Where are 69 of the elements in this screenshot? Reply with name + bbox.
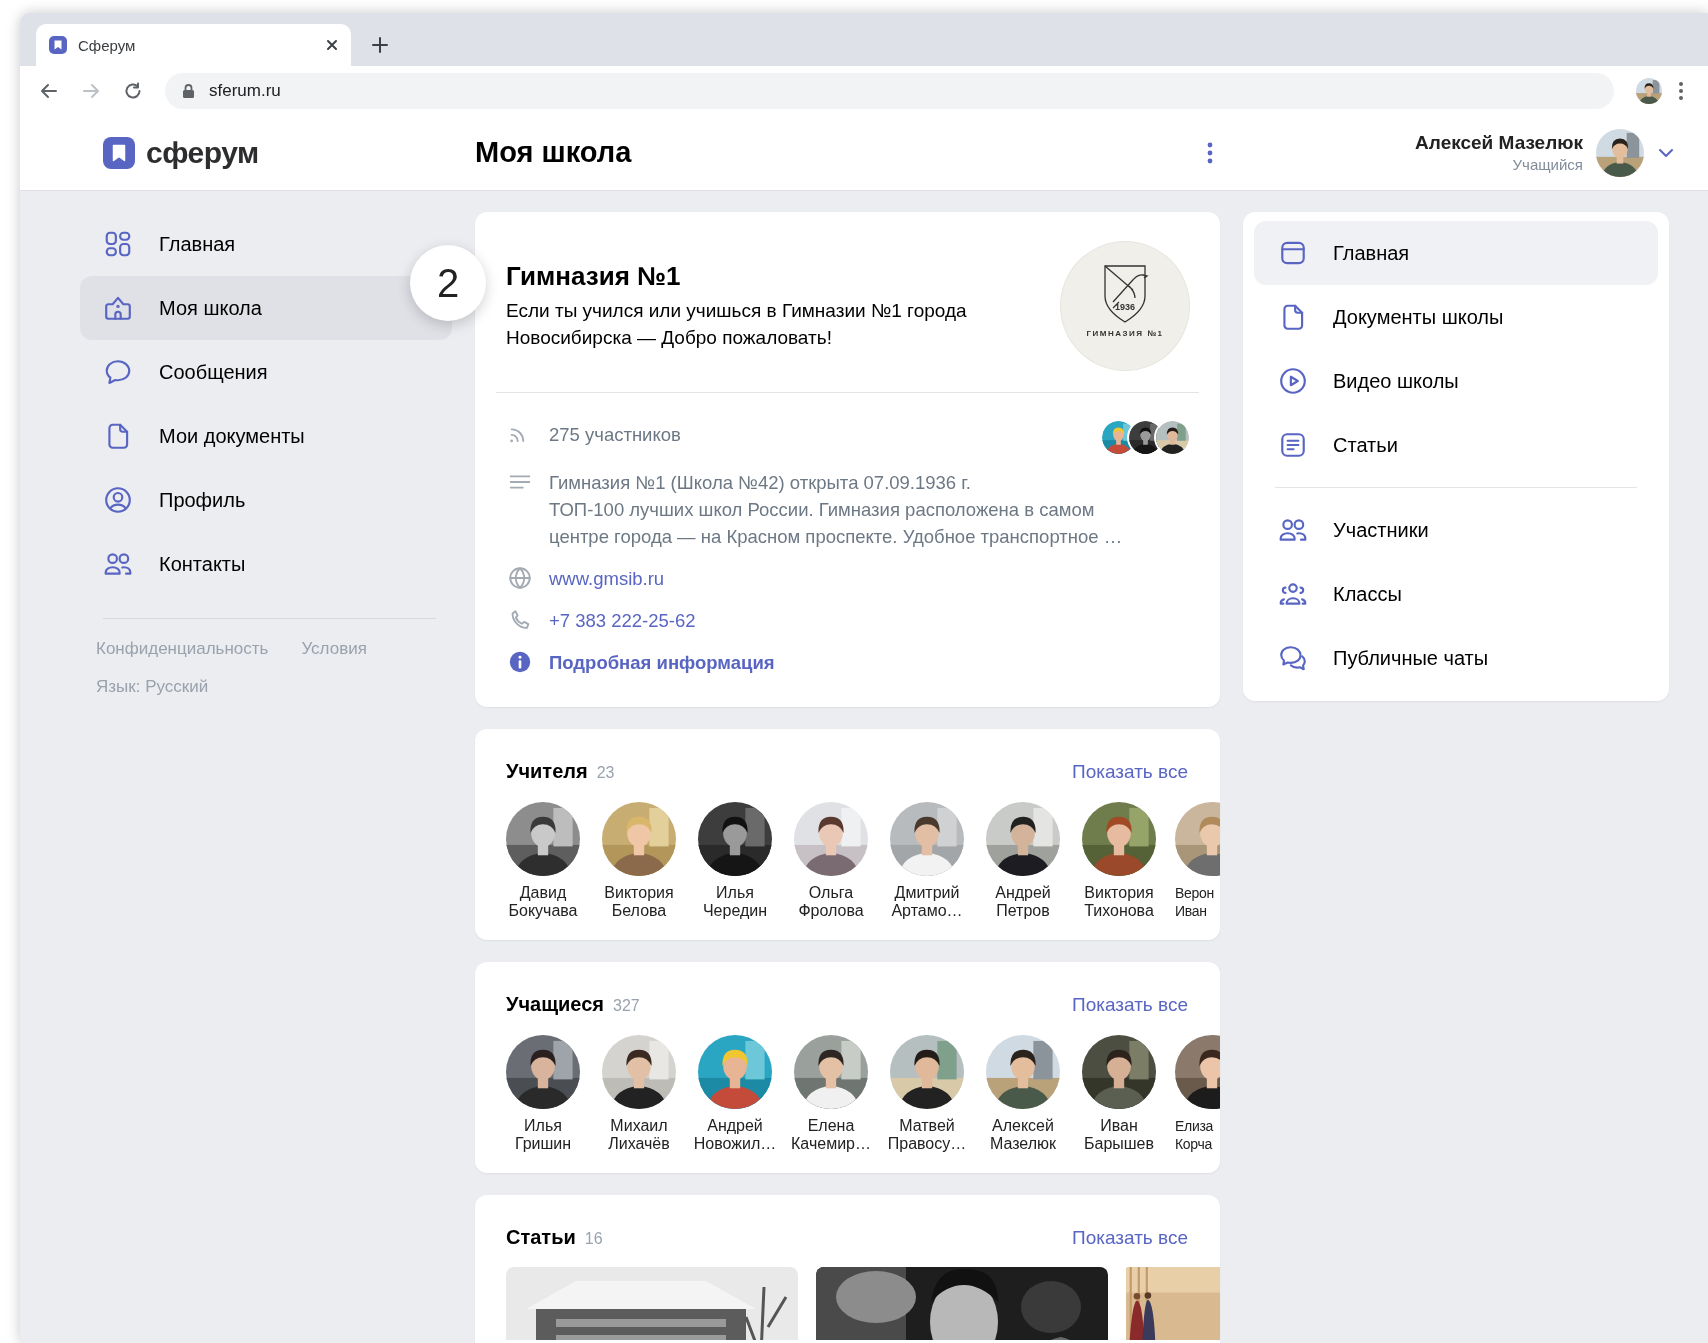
- school-menu-item[interactable]: Главная: [1254, 221, 1658, 285]
- logo-caption: ГИМНАЗИЯ №1: [1085, 329, 1165, 338]
- phone-link[interactable]: +7 383 222-25-62: [549, 607, 696, 634]
- section-title: Статьи: [506, 1226, 576, 1249]
- reload-icon[interactable]: [123, 80, 143, 101]
- sidebar-item[interactable]: Профиль: [80, 468, 262, 532]
- plus-icon[interactable]: [371, 36, 389, 54]
- person-name[interactable]: Виктория Тихонова: [1084, 884, 1154, 920]
- school-menu-item[interactable]: Статьи: [1254, 413, 1658, 477]
- show-all-link[interactable]: Показать все: [1072, 994, 1188, 1016]
- school-menu-item[interactable]: Участники: [1254, 498, 1658, 562]
- chevron-down-icon[interactable]: [1658, 147, 1674, 158]
- person-name[interactable]: Ольга Фролова: [798, 884, 864, 920]
- logo-text: сферум: [146, 135, 259, 170]
- school-name: Гимназия №1: [506, 261, 682, 291]
- menu-icon[interactable]: [1678, 80, 1684, 101]
- school-menu-item[interactable]: Публичные чаты: [1254, 626, 1658, 690]
- chats-icon: [1278, 643, 1308, 673]
- person-name[interactable]: Виктория Белова: [604, 884, 674, 920]
- app-logo-icon: [48, 35, 68, 55]
- person-name[interactable]: Верон Иван: [1175, 884, 1214, 920]
- person-name[interactable]: Елена Качемир…: [791, 1117, 871, 1153]
- person-name[interactable]: Матвей Правосу…: [887, 1117, 967, 1153]
- sidebar-item[interactable]: Сообщения: [80, 340, 284, 404]
- info-icon: [507, 649, 533, 675]
- profile-icon: [103, 485, 133, 515]
- lock-icon: [182, 82, 195, 99]
- browser-tab[interactable]: Сферум: [36, 24, 351, 66]
- logo-icon[interactable]: [103, 136, 135, 169]
- user-name: Алексей Мазелюк: [1415, 132, 1583, 154]
- chat-icon: [103, 357, 133, 387]
- school-menu-item[interactable]: Видео школы: [1254, 349, 1658, 413]
- person-name[interactable]: Михаил Лихачёв: [608, 1117, 670, 1153]
- person-name[interactable]: Елиза Корча: [1175, 1117, 1214, 1153]
- sidebar-item[interactable]: Контакты: [80, 532, 262, 596]
- show-all-link[interactable]: Показать все: [1072, 761, 1188, 783]
- section-count: 23: [596, 764, 615, 782]
- user-role: Учащийся: [1512, 156, 1583, 173]
- person-name[interactable]: Иван Барышев: [1084, 1117, 1154, 1153]
- grid-icon: [103, 229, 133, 259]
- address-text: sferum.ru: [209, 80, 281, 101]
- sidebar-item[interactable]: Главная: [80, 212, 252, 276]
- globe-icon: [507, 565, 533, 591]
- person-name[interactable]: Андрей Петров: [995, 884, 1051, 920]
- show-all-link[interactable]: Показать все: [1072, 1227, 1188, 1249]
- article-icon: [1278, 430, 1308, 460]
- school-description: Гимназия №1 (Школа №42) открыта 07.09.1936 г. ТОП-100 лучших школ России. Гимназия расположена в самом центре города — на Красном проспекте. Удобное транспортное …: [549, 471, 1123, 549]
- person-name[interactable]: Илья Чередин: [702, 884, 768, 920]
- section-count: 327: [613, 997, 640, 1015]
- section-count: 16: [584, 1230, 603, 1248]
- play-icon: [1278, 366, 1308, 396]
- page-title: Моя школа: [475, 136, 633, 169]
- section-title: Учащиеся: [506, 993, 604, 1016]
- person-name[interactable]: Илья Гришин: [514, 1117, 572, 1153]
- more-info-link[interactable]: Подробная информация: [549, 649, 775, 676]
- person-name[interactable]: Андрей Новожил…: [693, 1117, 777, 1153]
- logo-year: 1936: [1114, 302, 1136, 312]
- school-menu-item[interactable]: Классы: [1254, 562, 1658, 626]
- address-bar[interactable]: sferum.ru: [165, 72, 1614, 109]
- person-name[interactable]: Давид Бокучава: [508, 884, 578, 920]
- school-menu-item[interactable]: Документы школы: [1254, 285, 1658, 349]
- school-tagline: Если ты учился или учишься в Гимназии №1 города Новосибирска — Добро пожаловать!: [506, 299, 968, 350]
- person-name[interactable]: Дмитрий Артамо…: [891, 884, 963, 920]
- members-count: 275 участников: [549, 423, 681, 447]
- close-icon[interactable]: [325, 38, 339, 52]
- website-link[interactable]: www.gmsib.ru: [549, 565, 665, 592]
- person-name[interactable]: Алексей Мазелюк: [989, 1117, 1057, 1153]
- section-title: Учителя: [506, 760, 588, 783]
- sidebar-item[interactable]: Мои документы: [80, 404, 321, 468]
